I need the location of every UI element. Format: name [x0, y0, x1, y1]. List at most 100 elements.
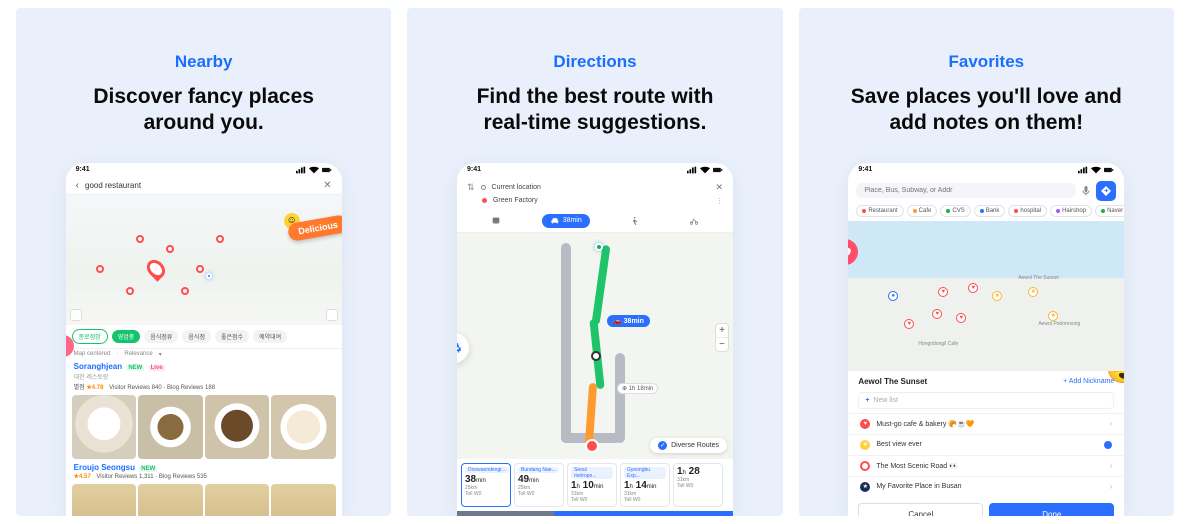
photo[interactable]: [138, 395, 203, 460]
list-name: The Most Scenic Road 👀: [876, 462, 957, 470]
poi-pin[interactable]: [126, 287, 134, 295]
fav-pin[interactable]: ●: [888, 291, 898, 301]
favorites-map[interactable]: ♥ ♥ ♥ ♥ ♥ ★ ★ ★ ● Aewol The Sunset Aewol…: [848, 221, 1124, 371]
photo[interactable]: [205, 395, 270, 460]
chip-hairshop[interactable]: Hairshop: [1050, 205, 1092, 217]
radio-selected[interactable]: [1104, 441, 1112, 449]
favorite-list-item[interactable]: The Most Scenic Road 👀 ›: [848, 455, 1124, 476]
favorite-list-item[interactable]: ♥ Must-go cafe & bakery 🥐☕🧡 ›: [848, 413, 1124, 434]
panel-nearby: Nearby Discover fancy places around you.…: [16, 8, 391, 516]
list-color-icon: [860, 461, 870, 471]
to-label: Green Factory: [493, 197, 538, 204]
rating-value: ★4.78: [86, 385, 103, 391]
badge-new: NEW: [139, 466, 157, 472]
mode-walk[interactable]: [622, 214, 648, 228]
list-name: My Favorite Place in Busan: [876, 483, 961, 490]
to-field[interactable]: Green Factory ⋮: [467, 195, 723, 207]
chip[interactable]: 음식점: [182, 330, 211, 343]
chip-outline[interactable]: 종로점망: [72, 329, 108, 344]
route-card[interactable]: Seoul metropo... 1h 10min 31km Toll W0: [567, 463, 617, 507]
diverse-routes-toggle[interactable]: ✓ Diverse Routes: [650, 438, 727, 453]
new-list-button[interactable]: + New list: [858, 392, 1114, 409]
chip-hospital[interactable]: hospital: [1008, 205, 1047, 217]
chip[interactable]: 음식점류: [144, 330, 178, 343]
chip-open-now[interactable]: 영업중: [112, 330, 141, 343]
go-button[interactable]: Go: [554, 511, 733, 517]
photo[interactable]: [72, 484, 137, 516]
directions-button[interactable]: [1096, 181, 1116, 201]
poi-pin[interactable]: [136, 235, 144, 243]
signal-icon: [687, 166, 697, 174]
search-input[interactable]: [856, 183, 1076, 198]
locate-button[interactable]: [70, 309, 82, 321]
result-item[interactable]: Soranghjean NEW Live 대한 레스토랑 별점 ★4.78 Vi…: [66, 360, 342, 393]
mode-car-time: 38min: [563, 217, 582, 224]
chip-cvs[interactable]: CVS: [940, 205, 970, 217]
poi-pin[interactable]: [216, 235, 224, 243]
mode-transit[interactable]: [483, 214, 509, 228]
mode-bike[interactable]: [681, 214, 707, 228]
search-bar[interactable]: ‹ good restaurant ✕: [66, 177, 342, 195]
fav-pin[interactable]: ★: [1028, 287, 1038, 297]
chip-naver-order[interactable]: Naver Order: [1095, 205, 1124, 217]
mic-icon[interactable]: [1080, 185, 1092, 197]
photo[interactable]: [205, 484, 270, 516]
poi-pin[interactable]: [96, 265, 104, 273]
panel-subtitle: Find the best route with real-time sugge…: [477, 84, 714, 137]
signal-icon: [1078, 166, 1088, 174]
route-card[interactable]: Doowaendengi... 38min 25km Toll W0: [461, 463, 511, 507]
done-button[interactable]: Done: [989, 503, 1114, 517]
fav-pin[interactable]: ♥: [956, 313, 966, 323]
favorite-list-item[interactable]: ★ My Favorite Place in Busan ›: [848, 476, 1124, 497]
photo[interactable]: [138, 484, 203, 516]
route-card[interactable]: 1h 28 31km Toll W0: [673, 463, 723, 507]
nearby-map[interactable]: ☺ Delicious: [66, 195, 342, 325]
chip[interactable]: 예약대여: [253, 330, 287, 343]
chip-bank[interactable]: Bank: [974, 205, 1006, 217]
category-chips: Restaurant Cafe CVS Bank hospital Hairsh…: [848, 205, 1124, 221]
chip-restaurant[interactable]: Restaurant: [856, 205, 903, 217]
details-button[interactable]: ≡ Details: [457, 511, 554, 517]
zoom-in[interactable]: +: [716, 324, 728, 337]
route-card[interactable]: Bundang Nae... 49min 25km Toll W0: [514, 463, 564, 507]
route-map[interactable]: 🚗 38min ⊕ 1h 18min +− ✓ Diverse Routes: [457, 233, 733, 459]
fav-pin[interactable]: ♥: [932, 309, 942, 319]
chip-cafe[interactable]: Cafe: [907, 205, 938, 217]
favorite-list-item[interactable]: ★ Best view ever: [848, 434, 1124, 455]
search-row: [856, 181, 1116, 201]
photo[interactable]: [72, 395, 137, 460]
photo[interactable]: [271, 395, 336, 460]
fav-pin[interactable]: ♥: [968, 283, 978, 293]
from-field[interactable]: ⇅ Current location ✕: [467, 180, 723, 195]
back-icon[interactable]: ‹: [76, 180, 79, 191]
fav-pin[interactable]: ★: [992, 291, 1002, 301]
fav-pin[interactable]: ★: [1048, 311, 1058, 321]
selected-pin[interactable]: [143, 256, 168, 281]
result-item[interactable]: Eroujo Seongsu NEW ★4.57 Visitor Reviews…: [66, 461, 342, 482]
route-card[interactable]: Gyeongbu Exp... 1h 14min 31km Toll W0: [620, 463, 670, 507]
clear-icon[interactable]: ✕: [715, 182, 723, 193]
status-time: 9:41: [76, 166, 90, 173]
poi-pin[interactable]: [196, 265, 204, 273]
check-icon: ✓: [658, 441, 667, 450]
fav-pin[interactable]: ♥: [938, 287, 948, 297]
mode-car[interactable]: 38min: [542, 214, 590, 228]
route-cards[interactable]: Doowaendengi... 38min 25km Toll W0 Bunda…: [457, 459, 733, 511]
map-control[interactable]: [326, 309, 338, 321]
list-color-icon: ★: [860, 440, 870, 450]
plus-icon: +: [865, 397, 869, 404]
clear-icon[interactable]: ✕: [323, 180, 331, 191]
poi-pin[interactable]: [166, 245, 174, 253]
sort-row[interactable]: Map centered · Relevance ▾: [66, 348, 342, 360]
fav-pin[interactable]: ♥: [904, 319, 914, 329]
zoom-out[interactable]: −: [716, 337, 728, 351]
cancel-button[interactable]: Cancel: [858, 503, 983, 517]
photo[interactable]: [271, 484, 336, 516]
chip[interactable]: 좋은점수: [215, 330, 249, 343]
zoom-control[interactable]: +−: [715, 323, 729, 352]
poi-pin[interactable]: [181, 287, 189, 295]
route-inputs: ⇅ Current location ✕ Green Factory ⋮: [457, 177, 733, 210]
device-nearby: 9:41 ‹ good restaurant ✕ ☺ Delicious: [66, 163, 342, 517]
chevron-icon: ›: [1110, 482, 1113, 491]
sheet-title: Aewol The Sunset: [858, 377, 927, 386]
